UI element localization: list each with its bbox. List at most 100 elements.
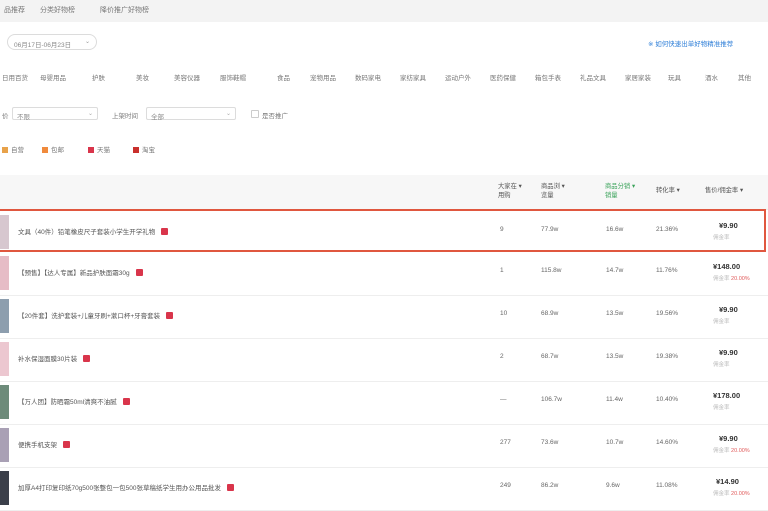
col-header-text: 商品分销: [605, 183, 631, 190]
category-item[interactable]: 美妆: [136, 72, 149, 82]
category-item[interactable]: 其他: [738, 72, 751, 82]
category-item[interactable]: 护肤: [92, 72, 105, 82]
cell-conversion: 10.40%: [656, 396, 679, 403]
chevron-down-icon: ⌄: [84, 39, 90, 45]
col-header-views[interactable]: 商品浏 ▾ 览量: [541, 182, 565, 200]
sort-icon: ▾: [631, 183, 636, 190]
category-item[interactable]: 数码家电: [355, 72, 381, 82]
price-filter-value: 不限: [17, 114, 30, 121]
cell-price: ¥9.90: [719, 434, 738, 443]
cell-price: ¥148.00: [713, 262, 741, 271]
cell-conversion: 19.56%: [656, 310, 679, 317]
category-item[interactable]: 医药保健: [490, 72, 516, 82]
cell-views: 86.2w: [541, 482, 559, 489]
cell-commission: 佣金率: [713, 319, 730, 325]
product-thumbnail[interactable]: [0, 256, 9, 290]
date-range-picker[interactable]: 06月17日-06月23日 ⌄: [7, 34, 97, 50]
col-header-conversion[interactable]: 转化率 ▾: [656, 186, 680, 195]
cell-shared-count: —: [500, 396, 507, 403]
category-item[interactable]: 家纺家具: [400, 72, 426, 82]
chevron-down-icon: ⌄: [87, 111, 93, 117]
legend-label: 包邮: [51, 147, 64, 154]
col-header-sales[interactable]: 商品分销 ▾ 销量: [605, 182, 635, 200]
legend-label: 天猫: [97, 147, 110, 154]
category-item[interactable]: 家居家装: [625, 72, 651, 82]
sort-icon: ▾: [518, 183, 522, 190]
col-header-shared-count[interactable]: 大家在 ▾ 用购: [498, 182, 522, 200]
col-header-text: 用购: [498, 192, 511, 199]
top-tab-bar: 品推荐 分类好物榜 降价推广好物榜: [0, 0, 768, 22]
category-nav: 日用百货 母婴用品 护肤 美妆 美容仪器 服饰鞋帽 食品 宠物用品 数码家电 家…: [0, 72, 768, 84]
help-link[interactable]: ※ 如何快速出单好物精准推荐: [648, 38, 733, 48]
category-item[interactable]: 日用百货: [2, 72, 28, 82]
cell-views: 68.9w: [541, 310, 559, 317]
listing-time-select[interactable]: 全部 ⌄: [146, 107, 236, 121]
cell-conversion: 11.76%: [656, 267, 678, 274]
price-filter-label: 价: [2, 113, 9, 120]
promote-checkbox[interactable]: [251, 110, 259, 118]
col-header-text: 大家在: [498, 183, 517, 190]
product-name[interactable]: 【预售】【达人专属】新品护肤面霜30g: [18, 267, 143, 277]
product-name[interactable]: 加厚A4打印复印纸70g500张整包一包500张草稿纸学生用办公用品批发: [18, 482, 234, 492]
category-item[interactable]: 玩具: [668, 72, 681, 82]
col-header-price[interactable]: 售价/佣金率 ▾: [705, 186, 743, 195]
product-name[interactable]: 【20件套】洗护套装+儿童牙刷+漱口杯+牙膏套装: [18, 310, 174, 320]
category-item[interactable]: 美容仪器: [174, 72, 200, 82]
tmall-tag-icon: [227, 484, 234, 491]
table-row[interactable]: 补水保湿面膜30片装 2 68.7w 13.5w 19.38% ¥9.90 佣金…: [0, 338, 768, 382]
tab-price-drop-ranking[interactable]: 降价推广好物榜: [100, 5, 149, 15]
legend-item: 自营: [2, 144, 24, 154]
legend-label: 自营: [11, 147, 24, 154]
category-item[interactable]: 母婴用品: [40, 72, 66, 82]
table-row[interactable]: 加厚A4打印复印纸70g500张整包一包500张草稿纸学生用办公用品批发 249…: [0, 467, 768, 511]
cell-conversion: 19.38%: [656, 353, 679, 360]
cell-commission: 佣金率: [713, 362, 730, 368]
category-item[interactable]: 运动户外: [445, 72, 471, 82]
category-item[interactable]: 礼品文具: [580, 72, 606, 82]
cell-conversion: 21.36%: [656, 226, 679, 233]
cell-conversion: 14.60%: [656, 439, 679, 446]
product-thumbnail[interactable]: [0, 342, 9, 376]
cell-commission: 佣金率 20.00%: [713, 448, 750, 454]
cell-sales: 13.5w: [606, 310, 624, 317]
category-item[interactable]: 服饰鞋帽: [220, 72, 246, 82]
table-row[interactable]: 【万人团】防晒霜50ml清爽不油腻 — 106.7w 11.4w 10.40% …: [0, 381, 768, 425]
date-range-value: 06月17日-06月23日: [14, 42, 72, 49]
cell-price: ¥9.90: [719, 305, 738, 314]
product-name[interactable]: 补水保湿面膜30片装: [18, 353, 91, 363]
product-name[interactable]: 【万人团】防晒霜50ml清爽不油腻: [18, 396, 130, 406]
cell-commission: 佣金率 20.00%: [713, 276, 750, 282]
cell-views: 106.7w: [541, 396, 562, 403]
price-filter-select[interactable]: 不限 ⌄: [12, 107, 98, 121]
tmall-tag-icon: [161, 228, 169, 235]
product-thumbnail[interactable]: [0, 471, 9, 505]
legend-label: 淘宝: [142, 147, 155, 154]
listing-time-label: 上架时间: [112, 113, 138, 120]
category-item[interactable]: 宠物用品: [310, 72, 336, 82]
product-thumbnail[interactable]: [0, 385, 9, 419]
product-name[interactable]: 文具（40件）铅笔橡皮尺子套装小学生开学礼物: [18, 226, 169, 236]
category-item[interactable]: 食品: [277, 72, 290, 82]
legend-item: 天猫: [88, 144, 110, 154]
product-thumbnail[interactable]: [0, 428, 9, 462]
cell-views: 115.8w: [541, 267, 562, 274]
category-item[interactable]: 箱包手表: [535, 72, 561, 82]
product-thumbnail[interactable]: [0, 299, 9, 333]
tmall-tag-icon: [166, 312, 174, 319]
cell-sales: 13.5w: [606, 353, 624, 360]
product-thumbnail[interactable]: [0, 215, 9, 249]
product-name[interactable]: 便携手机支架: [18, 439, 70, 449]
cell-sales: 10.7w: [606, 439, 624, 446]
table-row[interactable]: 【20件套】洗护套装+儿童牙刷+漱口杯+牙膏套装 10 68.9w 13.5w …: [0, 295, 768, 339]
table-row[interactable]: 文具（40件）铅笔橡皮尺子套装小学生开学礼物 9 77.9w 16.6w 21.…: [0, 209, 766, 252]
tab-category-ranking[interactable]: 分类好物榜: [40, 5, 75, 15]
table-row[interactable]: 便携手机支架 277 73.6w 10.7w 14.60% ¥9.90 佣金率 …: [0, 424, 768, 468]
tab-recommend[interactable]: 品推荐: [4, 5, 25, 15]
cell-sales: 16.6w: [606, 226, 624, 233]
table-row[interactable]: 【预售】【达人专属】新品护肤面霜30g 1 115.8w 14.7w 11.76…: [0, 252, 768, 296]
listing-time-value: 全部: [151, 114, 164, 121]
legend-swatch-icon: [133, 147, 139, 153]
cell-price: ¥178.00: [713, 391, 741, 400]
category-item[interactable]: 酒水: [705, 72, 718, 82]
cell-shared-count: 9: [500, 226, 504, 233]
